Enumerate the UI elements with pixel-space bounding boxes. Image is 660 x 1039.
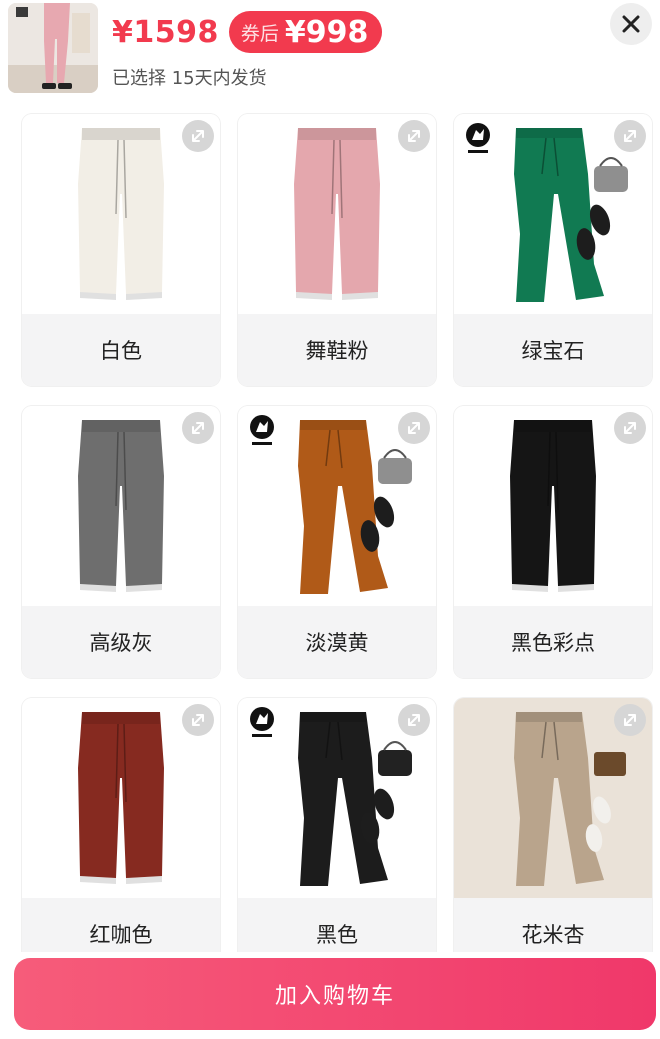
variant-label: 淡漠黄: [238, 606, 436, 678]
variant-label: 花米杏: [454, 898, 652, 952]
add-to-cart-button[interactable]: 加入购物车: [14, 958, 656, 1030]
variant-option[interactable]: 淡漠黄: [238, 406, 436, 678]
price-row: ¥1598 券后 ¥998: [112, 10, 383, 54]
variant-option[interactable]: 红咖色: [22, 698, 220, 952]
original-price: ¥1598: [112, 14, 219, 50]
variant-option[interactable]: 高级灰: [22, 406, 220, 678]
expand-icon[interactable]: [182, 412, 214, 444]
product-thumbnail: [8, 3, 98, 93]
variant-option[interactable]: 舞鞋粉: [238, 114, 436, 386]
coupon-price: ¥998: [284, 14, 369, 50]
variant-label: 白色: [22, 314, 220, 386]
brand-logo-icon: [464, 122, 492, 156]
coupon-tag: 券后: [240, 22, 279, 45]
expand-icon[interactable]: [614, 120, 646, 152]
expand-icon[interactable]: [182, 704, 214, 736]
variant-option[interactable]: 黑色: [238, 698, 436, 952]
expand-icon[interactable]: [398, 412, 430, 444]
sku-header: ¥1598 券后 ¥998 已选择 15天内发货: [0, 0, 660, 112]
variant-option[interactable]: 花米杏: [454, 698, 652, 952]
variant-label: 红咖色: [22, 898, 220, 952]
variant-label: 舞鞋粉: [238, 314, 436, 386]
coupon-price-badge: 券后 ¥998: [228, 11, 383, 53]
variant-option[interactable]: 绿宝石: [454, 114, 652, 386]
variant-option[interactable]: 黑色彩点: [454, 406, 652, 678]
variant-grid: 白色 舞鞋粉 绿宝石高级灰 淡漠黄 黑色彩点红咖色 黑色 花米杏: [0, 112, 660, 952]
footer: 加入购物车: [0, 952, 660, 1039]
brand-logo-icon: [248, 414, 276, 448]
brand-logo-icon: [248, 706, 276, 740]
close-button[interactable]: [610, 3, 652, 45]
variant-option[interactable]: 白色: [22, 114, 220, 386]
close-icon: [622, 15, 640, 33]
variant-label: 绿宝石: [454, 314, 652, 386]
variant-label: 黑色彩点: [454, 606, 652, 678]
expand-icon[interactable]: [614, 704, 646, 736]
expand-icon[interactable]: [614, 412, 646, 444]
selected-info: 已选择 15天内发货: [112, 68, 267, 89]
expand-icon[interactable]: [182, 120, 214, 152]
expand-icon[interactable]: [398, 704, 430, 736]
variant-label: 黑色: [238, 898, 436, 952]
variant-label: 高级灰: [22, 606, 220, 678]
expand-icon[interactable]: [398, 120, 430, 152]
